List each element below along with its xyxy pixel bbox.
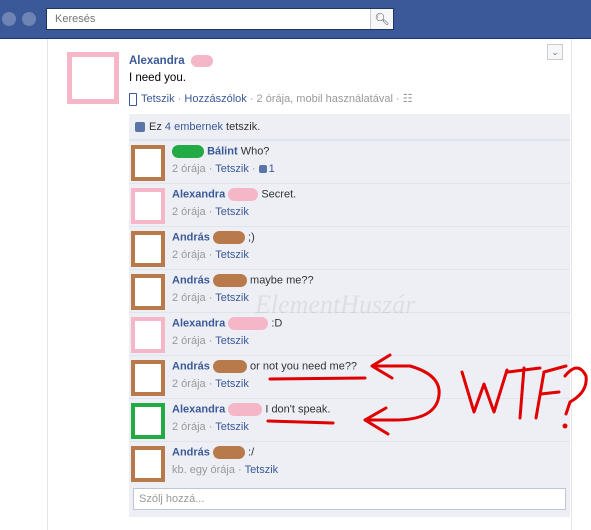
comment-input[interactable]: Szólj hozzá... <box>133 488 566 510</box>
thumbs-up-icon <box>258 165 267 174</box>
comment-author[interactable]: András <box>172 231 210 243</box>
censored-name <box>212 446 245 459</box>
comment-like-link[interactable]: Tetszik <box>215 163 249 175</box>
censored-name <box>228 403 263 416</box>
comment-avatar[interactable] <box>131 188 165 224</box>
messages-icon[interactable] <box>2 12 16 26</box>
censored-name <box>212 360 247 373</box>
comment-avatar[interactable] <box>131 446 165 482</box>
comment-time: 2 órája <box>172 163 206 175</box>
comment-like-link[interactable]: Tetszik <box>215 249 249 261</box>
post-text: I need you. <box>129 72 186 84</box>
friends-privacy-icon[interactable]: ☷ <box>403 93 413 105</box>
comment-text: or not you need me?? <box>250 360 358 373</box>
comment-row: Alexandra Secret. 2 órája · Tetszik <box>129 183 570 226</box>
comment-link[interactable]: Hozzászólok <box>184 93 246 105</box>
comment-like-link[interactable]: Tetszik <box>215 335 249 347</box>
comment-line: András maybe me?? <box>172 274 314 287</box>
comment-meta: 2 órája · Tetszik <box>172 335 249 347</box>
comment-meta: 2 órája · Tetszik <box>172 249 249 261</box>
comment-time: 2 órája <box>172 335 206 347</box>
left-column <box>0 39 45 530</box>
comment-text: ;) <box>248 231 255 244</box>
comment-author[interactable]: Bálint <box>207 145 238 157</box>
comment-avatar[interactable] <box>131 403 165 439</box>
chevron-down-icon[interactable]: ⌄ <box>547 44 563 60</box>
comment-author[interactable]: Alexandra <box>172 188 225 200</box>
comment-text: Secret. <box>261 188 297 201</box>
comment-time: kb. egy órája <box>172 464 235 476</box>
comment-row: Alexandra I don't speak. 2 órája · Tetszi… <box>129 398 570 441</box>
comment-meta: 2 órája · Tetszik <box>172 292 249 304</box>
comment-author[interactable]: Alexandra <box>172 403 225 415</box>
search-icon[interactable]: 🔍︎ <box>370 9 393 29</box>
comment-author[interactable]: András <box>172 360 210 372</box>
comment-time: 2 órája <box>172 249 206 261</box>
comment-line: Bálint Who? <box>172 145 269 158</box>
mobile-icon <box>129 92 137 106</box>
comment-author[interactable]: Alexandra <box>172 317 225 329</box>
comment-meta: kb. egy órája · Tetszik <box>172 464 279 476</box>
comment-time: 2 órája <box>172 378 206 390</box>
comment-meta: 2 órája · Tetszik <box>172 421 249 433</box>
comment-text: :/ <box>248 446 255 459</box>
comment-text: Who? <box>240 145 270 158</box>
comment-text: I don't speak. <box>265 403 331 416</box>
comment-line: András or not you need me?? <box>172 360 357 373</box>
comment-line: Alexandra I don't speak. <box>172 403 330 416</box>
censored-name <box>172 145 204 158</box>
comment-avatar[interactable] <box>131 274 165 310</box>
comment-like-link[interactable]: Tetszik <box>215 292 249 304</box>
post-meta: Tetszik · Hozzászólok · 2 órája, mobil h… <box>129 92 413 106</box>
watermark: ElementHuszár <box>255 290 416 319</box>
comment-like-count[interactable]: 1 <box>258 163 275 175</box>
censored-name <box>212 274 247 287</box>
search-box: 🔍︎ <box>46 8 394 30</box>
comment-meta: 2 órája · Tetszik <box>172 206 249 218</box>
likes-summary: Ez 4 embernek tetszik. <box>129 114 570 140</box>
comment-like-link[interactable]: Tetszik <box>215 421 249 433</box>
post-author-name[interactable]: Alexandra <box>129 55 213 67</box>
comment-time: 2 órája <box>172 206 206 218</box>
like-link[interactable]: Tetszik <box>141 93 175 105</box>
comment-meta: 2 órája · Tetszik · 1 <box>172 163 275 175</box>
comment-meta: 2 órája · Tetszik <box>172 378 249 390</box>
comment-text: maybe me?? <box>250 274 314 287</box>
post-time: 2 órája, mobil használatával <box>256 93 393 105</box>
comment-row: Bálint Who? 2 órája · Tetszik · 1 <box>129 140 570 183</box>
comment-line: András ;) <box>172 231 255 244</box>
comment-row: András :/ kb. egy órája · Tetszik <box>129 441 570 484</box>
comment-avatar[interactable] <box>131 317 165 353</box>
comment-row: András or not you need me?? 2 órája · Tet… <box>129 355 570 398</box>
post-author-avatar[interactable] <box>67 52 119 104</box>
top-bar: 🔍︎ <box>0 0 591 39</box>
comment-like-link[interactable]: Tetszik <box>215 206 249 218</box>
thumbs-up-icon <box>135 122 145 133</box>
comment-author[interactable]: András <box>172 274 210 286</box>
likes-count-link[interactable]: 4 embernek <box>165 121 223 133</box>
comment-line: Alexandra Secret. <box>172 188 296 201</box>
comment-avatar[interactable] <box>131 145 165 181</box>
comment-avatar[interactable] <box>131 360 165 396</box>
comment-time: 2 órája <box>172 292 206 304</box>
comment-author[interactable]: András <box>172 446 210 458</box>
censored-surname <box>190 55 213 67</box>
comment-like-link[interactable]: Tetszik <box>245 464 279 476</box>
comment-row: András ;) 2 órája · Tetszik <box>129 226 570 269</box>
comment-avatar[interactable] <box>131 231 165 267</box>
censored-name <box>228 188 259 201</box>
comment-line: András :/ <box>172 446 254 459</box>
censored-name <box>212 231 245 244</box>
comment-time: 2 órája <box>172 421 206 433</box>
notifications-globe-icon[interactable] <box>22 12 36 26</box>
feed-post: Alexandra I need you. Tetszik · Hozzászó… <box>47 39 572 530</box>
comment-like-link[interactable]: Tetszik <box>215 378 249 390</box>
search-input[interactable] <box>47 9 383 29</box>
